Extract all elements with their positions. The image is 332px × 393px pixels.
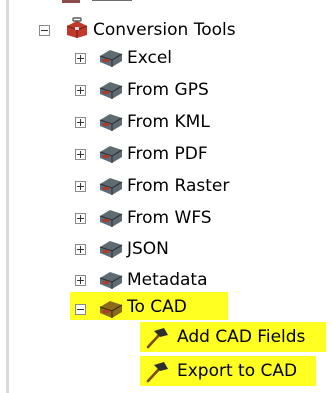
toolbox-icon <box>98 142 124 164</box>
expand-toggle-from-pdf[interactable] <box>75 149 86 160</box>
toolbox-icon <box>64 17 90 39</box>
collapse-toggle-conversion-tools[interactable] <box>39 25 50 36</box>
expand-toggle-from-wfs[interactable] <box>75 213 86 224</box>
toolbox-icon <box>98 174 124 196</box>
toolset-label-from-pdf[interactable]: From PDF <box>127 142 208 166</box>
toolset-label-from-wfs[interactable]: From WFS <box>127 206 212 230</box>
expand-toggle-excel[interactable] <box>75 53 86 64</box>
toolset-label-excel[interactable]: Excel <box>127 46 172 70</box>
toolset-label-from-gps[interactable]: From GPS <box>127 78 209 102</box>
tree-connector-line <box>6 0 9 393</box>
toolbox-icon <box>98 237 124 259</box>
toolset-label-metadata[interactable]: Metadata <box>127 268 208 292</box>
tree-root-label[interactable]: Conversion Tools <box>93 18 236 42</box>
expand-toggle-json[interactable] <box>75 244 86 255</box>
expand-toggle-from-kml[interactable] <box>75 117 86 128</box>
expand-toggle-from-raster[interactable] <box>75 181 86 192</box>
toolset-label-from-raster[interactable]: From Raster <box>127 174 229 198</box>
toolset-label-to-cad[interactable]: To CAD <box>127 295 187 319</box>
toolbox-icon <box>98 268 124 290</box>
tool-label-export-to-cad[interactable]: Export to CAD <box>177 359 297 383</box>
collapse-toggle-to-cad[interactable] <box>75 304 86 315</box>
tool-label-add-cad-fields[interactable]: Add CAD Fields <box>177 325 305 349</box>
toolset-label-json[interactable]: JSON <box>127 237 169 261</box>
toolbox-icon <box>98 110 124 132</box>
partial-tree-row <box>62 0 142 6</box>
toolbox-icon <box>98 206 124 228</box>
toolset-label-from-kml[interactable]: From KML <box>127 110 210 134</box>
toolbox-icon <box>98 297 124 319</box>
hammer-icon <box>144 327 170 349</box>
expand-toggle-from-gps[interactable] <box>75 85 86 96</box>
toolbox-icon <box>98 46 124 68</box>
hammer-icon <box>144 361 170 383</box>
toolbox-icon <box>98 78 124 100</box>
expand-toggle-metadata[interactable] <box>75 275 86 286</box>
